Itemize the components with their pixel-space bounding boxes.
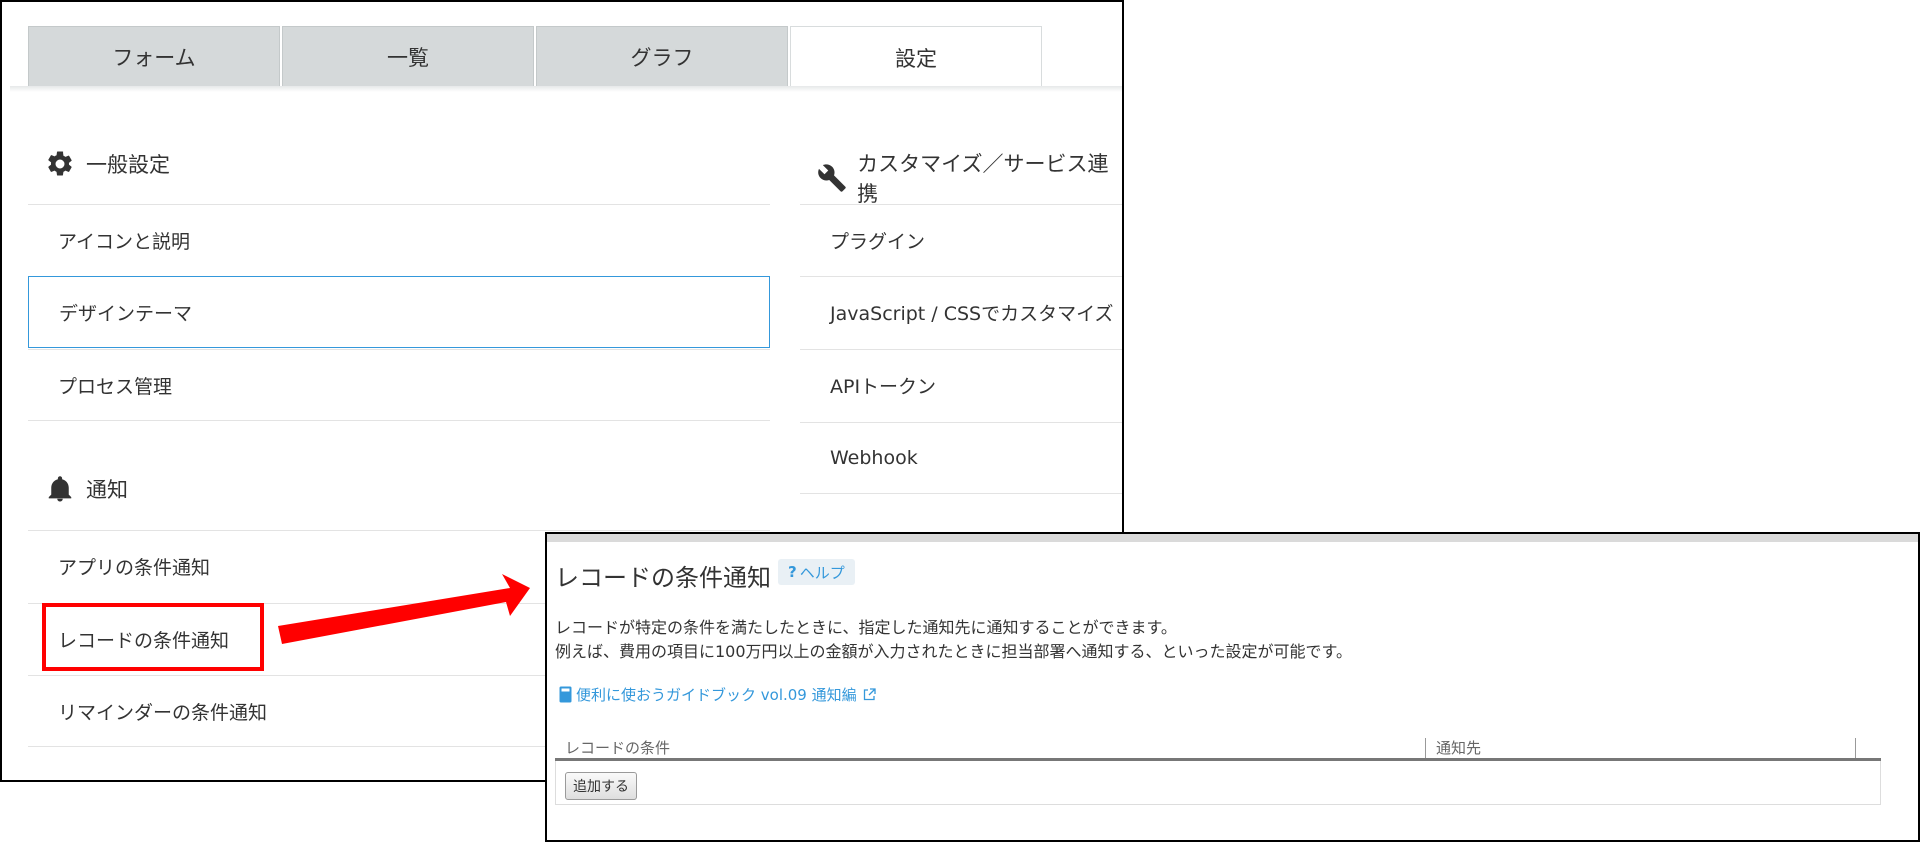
- tab-graph[interactable]: グラフ: [536, 26, 788, 86]
- help-button[interactable]: ? ヘルプ: [778, 559, 855, 585]
- page-title: レコードの条件通知: [555, 564, 771, 592]
- wrench-icon: [816, 162, 847, 194]
- customize-title: カスタマイズ／サービス連携: [857, 152, 1109, 206]
- help-label: ヘルプ: [799, 563, 845, 582]
- general-settings-title: 一般設定: [86, 153, 170, 177]
- item-js-css-customize[interactable]: JavaScript / CSSでカスタマイズ: [800, 276, 1122, 348]
- conditions-table-header: レコードの条件 通知先: [555, 738, 1881, 761]
- item-icon-description[interactable]: アイコンと説明: [28, 204, 770, 276]
- tab-settings[interactable]: 設定: [790, 26, 1042, 88]
- guidebook-link[interactable]: 便利に使おうガイドブック vol.09 通知編: [559, 684, 876, 705]
- item-design-theme[interactable]: デザインテーマ: [28, 276, 770, 348]
- gear-icon: [44, 148, 76, 180]
- item-api-token[interactable]: APIトークン: [800, 349, 1122, 421]
- column-notify-target: 通知先: [1425, 738, 1855, 758]
- conditions-table-body: [555, 761, 1881, 805]
- column-actions: [1855, 738, 1881, 758]
- notification-heading: 通知: [44, 473, 128, 505]
- highlight-record-notify: [42, 603, 264, 671]
- panel-top-bar: [547, 534, 1918, 542]
- customize-heading: カスタマイズ／サービス連携: [816, 148, 1122, 208]
- item-plugin[interactable]: プラグイン: [800, 204, 1122, 276]
- bell-icon: [44, 473, 76, 505]
- description-line-2: 例えば、費用の項目に100万円以上の金額が入力されたときに担当部署へ通知する、と…: [555, 642, 1352, 661]
- guidebook-link-text: 便利に使おうガイドブック vol.09 通知編: [576, 686, 857, 704]
- tab-divider: [10, 86, 1122, 92]
- help-icon: ?: [788, 563, 797, 581]
- notification-title: 通知: [86, 478, 128, 502]
- arrow-shape: [278, 574, 530, 644]
- general-settings-heading: 一般設定: [44, 148, 170, 180]
- column-record-condition: レコードの条件: [565, 739, 671, 757]
- tab-form[interactable]: フォーム: [28, 26, 280, 86]
- add-button[interactable]: 追加する: [565, 772, 637, 800]
- item-webhook[interactable]: Webhook: [800, 422, 1122, 494]
- red-arrow-annotation: [278, 574, 530, 644]
- book-icon: [559, 686, 572, 703]
- external-link-icon: [863, 688, 876, 701]
- item-process-management[interactable]: プロセス管理: [28, 349, 770, 421]
- tab-bar: フォーム 一覧 グラフ 設定: [28, 26, 1044, 88]
- record-notify-panel: レコードの条件通知 ? ヘルプ レコードが特定の条件を満たしたときに、指定した通…: [545, 532, 1920, 842]
- description-line-1: レコードが特定の条件を満たしたときに、指定した通知先に通知することができます。: [555, 618, 1177, 637]
- tab-list[interactable]: 一覧: [282, 26, 534, 86]
